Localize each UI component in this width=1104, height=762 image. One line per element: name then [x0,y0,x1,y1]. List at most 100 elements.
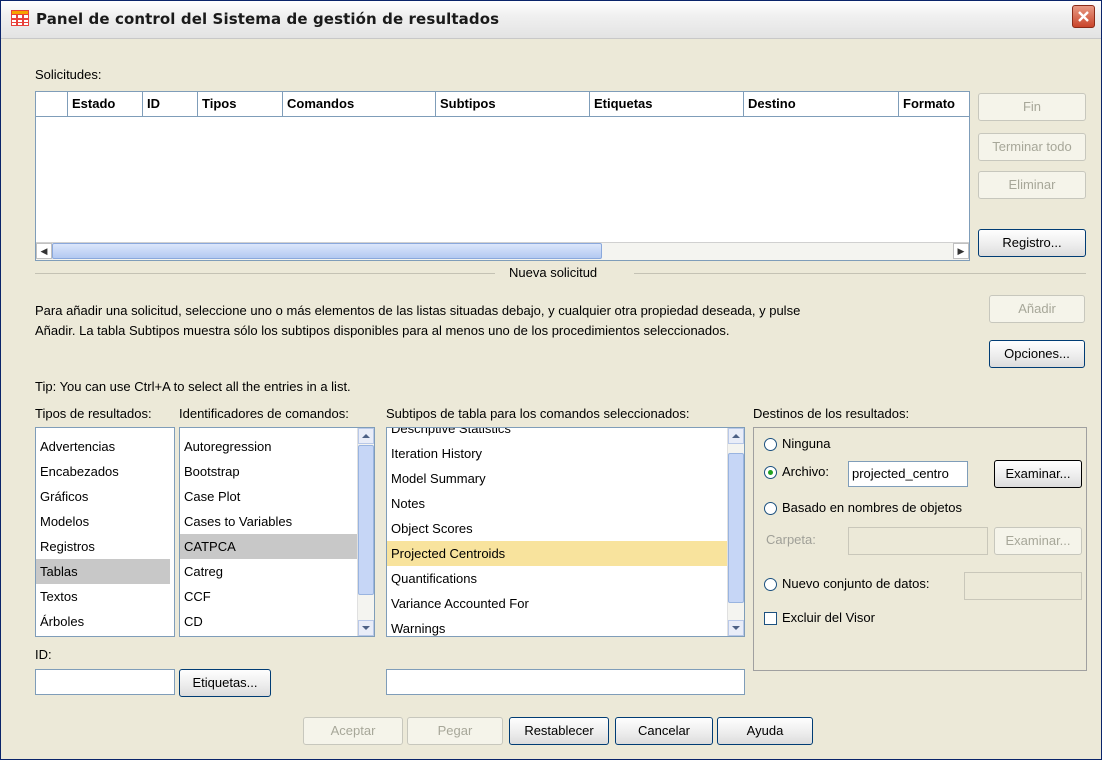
list-item[interactable]: Quantifications [387,566,727,591]
requests-hscrollbar[interactable]: ◀ ▶ [36,242,969,260]
radio-file[interactable] [764,466,777,479]
scroll-right-icon[interactable]: ▶ [953,243,969,259]
radio-object-names-label: Basado en nombres de objetos [782,500,962,515]
browse-folder-button[interactable]: Examinar... [994,527,1082,555]
list-item[interactable]: CCF [180,584,357,609]
col-tipos[interactable]: Tipos [198,92,283,116]
col-estado[interactable]: Estado [68,92,143,116]
separator-left [35,273,495,274]
exclude-viewer-checkbox[interactable] [764,612,777,625]
close-button[interactable] [1072,5,1095,28]
scroll-down-icon[interactable] [728,620,744,636]
folder-label: Carpeta: [766,532,816,547]
list-item[interactable]: Cases to Variables [180,509,357,534]
list-item[interactable]: Warnings [387,616,727,636]
browse-file-button[interactable]: Examinar... [994,460,1082,488]
separator-right [634,273,1086,274]
radio-object-names[interactable] [764,502,777,515]
id-label: ID: [35,647,52,662]
subtypes-scrollbar[interactable] [727,428,744,636]
fin-button[interactable]: Fin [978,93,1086,121]
labels-button[interactable]: Etiquetas... [179,669,271,697]
list-item[interactable]: Registros [36,534,174,559]
radio-none[interactable] [764,438,777,451]
ok-button[interactable]: Aceptar [303,717,403,745]
scroll-down-icon[interactable] [358,620,374,636]
list-item-selected[interactable]: Tablas [36,559,170,584]
list-item[interactable]: Encabezados [36,459,174,484]
id-input[interactable] [35,669,175,695]
output-types-list[interactable]: Advertencias Encabezados Gráficos Modelo… [35,427,175,637]
radio-none-label: Ninguna [782,436,831,451]
list-item[interactable]: Textos [36,584,174,609]
subtypes-list[interactable]: Descriptive Statistics Iteration History… [386,427,745,637]
command-ids-list[interactable]: Autoregression Bootstrap Case Plot Cases… [179,427,375,637]
col-etiquetas[interactable]: Etiquetas [590,92,744,116]
scroll-left-icon[interactable]: ◀ [36,243,52,259]
list-item[interactable]: Descriptive Statistics [387,428,727,441]
requests-table[interactable]: Estado ID Tipos Comandos Subtipos Etique… [35,91,970,261]
file-path-input[interactable]: projected_centro [848,461,968,487]
scroll-up-icon[interactable] [358,428,374,444]
subtypes-label: Subtipos de tabla para los comandos sele… [386,406,690,421]
list-item[interactable]: Modelos [36,509,174,534]
list-item[interactable]: Notes [387,491,727,516]
subtypes-label-input[interactable] [386,669,745,695]
exclude-viewer-label: Excluir del Visor [782,610,875,625]
list-item[interactable]: Case Plot [180,484,357,509]
instructions-line1: Para añadir una solicitud, seleccione un… [35,303,801,318]
dialog-window: Panel de control del Sistema de gestión … [0,0,1102,760]
list-item[interactable]: Catreg [180,559,357,584]
delete-button[interactable]: Eliminar [978,171,1086,199]
col-id[interactable]: ID [143,92,198,116]
list-item[interactable]: Model Summary [387,466,727,491]
tip-text: Tip: You can use Ctrl+A to select all th… [35,379,351,394]
destinations-group: Ninguna Archivo: projected_centro Examin… [753,427,1087,671]
list-item[interactable]: Advertencias [36,434,174,459]
list-item[interactable]: Bootstrap [180,459,357,484]
command-ids-scrollbar[interactable] [357,428,374,636]
requests-table-header: Estado ID Tipos Comandos Subtipos Etique… [36,92,969,117]
new-dataset-input[interactable] [964,572,1082,600]
radio-new-dataset[interactable] [764,578,777,591]
col-destino[interactable]: Destino [744,92,899,116]
command-ids-label: Identificadores de comandos: [179,406,349,421]
list-item[interactable]: Object Scores [387,516,727,541]
list-item-selected[interactable]: Projected Centroids [387,541,727,566]
requests-label: Solicitudes: [35,67,102,82]
list-item[interactable]: Variance Accounted For [387,591,727,616]
scroll-thumb[interactable] [52,243,602,259]
window-title: Panel de control del Sistema de gestión … [36,10,500,28]
radio-file-label: Archivo: [782,464,829,479]
instructions-line2: Añadir. La tabla Subtipos muestra sólo l… [35,323,730,338]
col-subtipos[interactable]: Subtipos [436,92,590,116]
list-item[interactable]: Gráficos [36,484,174,509]
list-item[interactable]: CD [180,609,357,634]
radio-new-dataset-label: Nuevo conjunto de datos: [782,576,930,591]
new-request-heading: Nueva solicitud [509,265,598,280]
scroll-up-icon[interactable] [728,428,744,444]
list-item[interactable]: Iteration History [387,441,727,466]
options-button[interactable]: Opciones... [989,340,1085,368]
help-button[interactable]: Ayuda [717,717,813,745]
spss-grid-icon [11,10,29,26]
log-button[interactable]: Registro... [978,229,1086,257]
list-item[interactable]: Autoregression [180,434,357,459]
col-blank[interactable] [36,92,68,116]
output-types-label: Tipos de resultados: [35,406,152,421]
title-bar[interactable]: Panel de control del Sistema de gestión … [1,1,1101,39]
scroll-thumb[interactable] [358,445,374,595]
terminate-all-button[interactable]: Terminar todo [978,133,1086,161]
col-formato[interactable]: Formato [899,92,969,116]
col-comandos[interactable]: Comandos [283,92,436,116]
list-item[interactable]: Árboles [36,609,174,634]
add-button[interactable]: Añadir [989,295,1085,323]
list-item-selected[interactable]: CATPCA [180,534,357,559]
close-icon [1078,11,1089,22]
paste-button[interactable]: Pegar [407,717,503,745]
scroll-thumb[interactable] [728,453,744,603]
reset-button[interactable]: Restablecer [509,717,609,745]
destinations-label: Destinos de los resultados: [753,406,910,421]
folder-input[interactable] [848,527,988,555]
cancel-button[interactable]: Cancelar [615,717,713,745]
